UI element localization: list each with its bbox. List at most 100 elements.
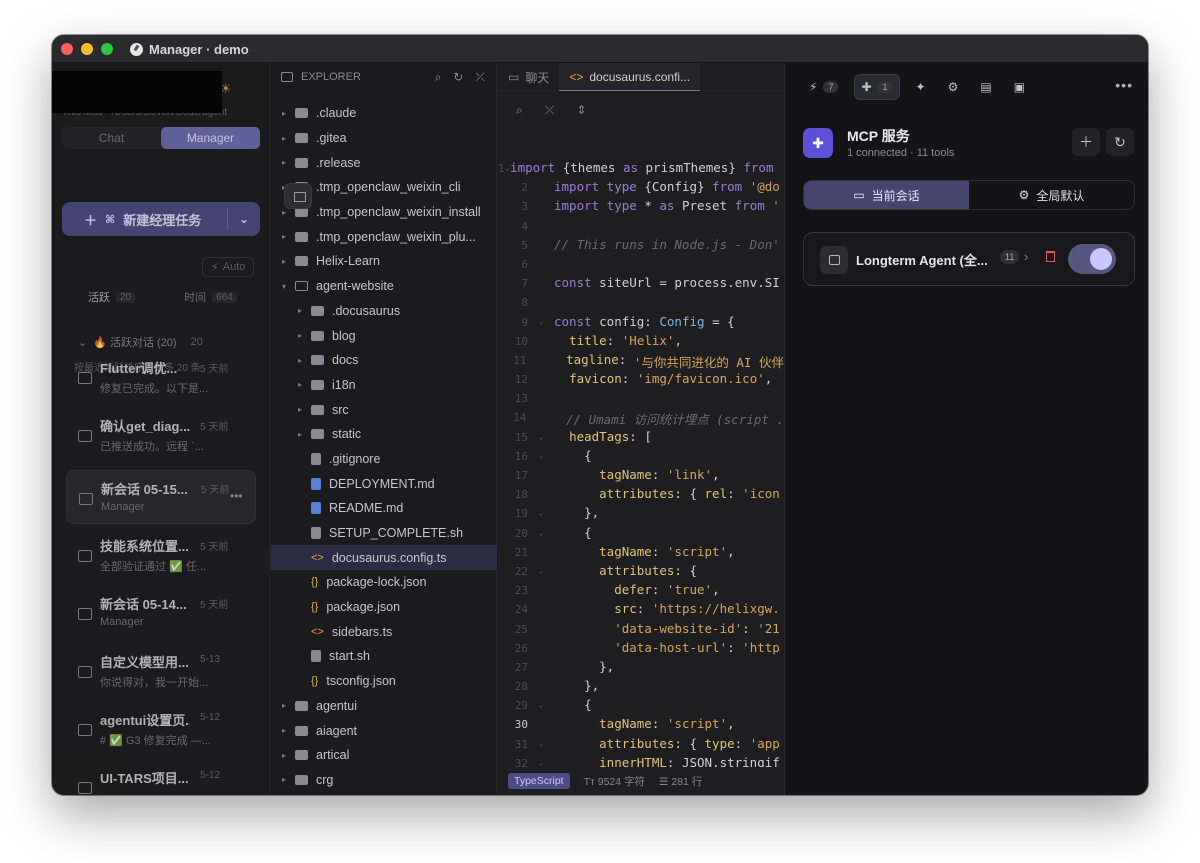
minimize-window-button[interactable] xyxy=(81,43,93,55)
tree-item[interactable]: .gitignore xyxy=(271,447,497,472)
tab-chat[interactable]: ▭ 聊天 xyxy=(498,63,559,91)
tree-item[interactable]: {} package-lock.json xyxy=(271,570,497,595)
close-window-button[interactable] xyxy=(61,43,73,55)
more-icon[interactable]: ••• xyxy=(1115,77,1133,93)
mode-chat[interactable]: Chat xyxy=(62,127,161,149)
add-server-button[interactable]: ＋ xyxy=(1072,128,1100,156)
fold-chevron-icon[interactable]: ⌄ xyxy=(528,429,554,448)
tree-item[interactable]: README.md xyxy=(271,496,497,521)
terminal-button[interactable]: ▣ xyxy=(1008,74,1031,100)
tree-item[interactable]: ▸ .claude xyxy=(271,101,497,126)
sparkle-button[interactable]: ✦ xyxy=(910,74,932,100)
code-token: : { xyxy=(674,486,705,502)
conversation-item[interactable]: 技能系统位置... 5 天前 全部验证通过 ✅ 任... xyxy=(66,528,256,582)
tree-item[interactable]: ▸ static xyxy=(271,422,497,447)
fold-chevron-icon[interactable]: ⌄ xyxy=(528,505,554,524)
conversation-title: Flutter调优... xyxy=(100,361,178,376)
refresh-icon[interactable]: ↻ xyxy=(453,70,463,85)
tree-item[interactable]: ▸ artical xyxy=(271,743,497,768)
tab-active[interactable]: 活跃 20 xyxy=(62,287,161,307)
chat-icon xyxy=(78,430,92,442)
tree-item[interactable]: ▸ .gitea xyxy=(271,126,497,151)
search-icon[interactable]: ⌕ xyxy=(516,103,523,118)
tree-item[interactable]: ▸ .docusaurus xyxy=(271,299,497,324)
group-header[interactable]: ⌄ 🔥 活跃对话 (20) 20 xyxy=(78,334,203,350)
conversation-snippet: Manager xyxy=(100,616,144,628)
search-icon[interactable]: ⌕ xyxy=(435,70,442,85)
chevron-icon: ▸ xyxy=(281,256,286,266)
collapse-all-icon[interactable]: ⤫ xyxy=(545,103,555,118)
refresh-button[interactable]: ↻ xyxy=(1106,128,1134,156)
tree-item[interactable]: <> sidebars.ts xyxy=(271,619,497,644)
code-token: 'true' xyxy=(666,582,713,598)
line-number: 23 xyxy=(514,584,528,598)
fold-chevron-icon[interactable]: ⌄ xyxy=(528,697,554,716)
expand-all-icon[interactable]: ⇕ xyxy=(576,103,586,118)
tree-item[interactable]: ▸ docs xyxy=(271,348,497,373)
conversation-item[interactable]: 确认get_diag... 5 天前 已推送成功。远程 `... xyxy=(66,408,256,462)
conversation-item[interactable]: Flutter调优... 5 天前 修复已完成。以下是... xyxy=(66,350,256,404)
language-badge[interactable]: TypeScript xyxy=(508,773,570,789)
code-token: 'Helix' xyxy=(621,332,675,348)
tree-item[interactable]: {} tsconfig.json xyxy=(271,669,497,694)
new-task-button[interactable]: ＋ ⌘ 新建经理任务 ⌄ xyxy=(62,202,260,236)
fold-chevron-icon[interactable]: ⌄ xyxy=(528,563,554,582)
tree-item[interactable]: <> docusaurus.config.ts xyxy=(271,545,497,571)
chevron-icon: ▸ xyxy=(281,108,286,118)
chevron-right-icon[interactable]: › xyxy=(1024,249,1028,264)
tree-item[interactable]: ▸ i18n xyxy=(271,373,497,398)
files-button[interactable]: ▤ xyxy=(974,74,997,100)
tab-file[interactable]: <> docusaurus.confi... xyxy=(559,63,701,91)
tab-time[interactable]: 时间 664 xyxy=(161,287,260,307)
tree-item[interactable]: ▸ crg xyxy=(271,768,497,793)
mode-manager[interactable]: Manager xyxy=(161,127,260,149)
conversation-item[interactable]: agentui设置页... 5-12 # ✅ G3 修复完成 —... xyxy=(66,702,256,756)
tree-item-label: tsconfig.json xyxy=(326,674,396,689)
auto-button[interactable]: ⚡ Auto xyxy=(202,257,255,277)
tree-item[interactable]: DEPLOYMENT.md xyxy=(271,471,497,496)
tree-item[interactable]: start.sh xyxy=(271,644,497,669)
tree-item[interactable]: ▸ blog xyxy=(271,323,497,348)
folder-icon: ▤ xyxy=(980,80,992,94)
chevron-down-icon[interactable]: ⌄ xyxy=(228,212,260,226)
tree-item[interactable]: SETUP_COMPLETE.sh xyxy=(271,521,497,546)
fold-chevron-icon[interactable]: ⌄ xyxy=(528,448,554,467)
fold-chevron-icon[interactable]: ⌄ xyxy=(528,314,554,333)
fold-chevron-icon[interactable]: ⌄ xyxy=(528,736,554,755)
conversation-item[interactable]: 新会话 05-15... 5 天前 Manager ••• xyxy=(66,470,256,524)
more-icon[interactable]: ••• xyxy=(230,489,243,503)
file-icon xyxy=(311,527,321,540)
conversation-date: 5 天前 xyxy=(200,600,229,611)
tree-item[interactable]: ▸ agentui xyxy=(271,694,497,719)
conversation-item[interactable]: 新会话 05-14... 5 天前 Manager xyxy=(66,586,256,640)
mcp-button[interactable]: ✚ 1 xyxy=(854,74,900,100)
tree-item[interactable]: ▸ aiagent xyxy=(271,718,497,743)
tree-item[interactable]: ▸ src xyxy=(271,397,497,422)
bolt-button[interactable]: ⚡ 7 xyxy=(803,74,844,100)
folder-icon xyxy=(311,355,324,366)
code-area[interactable]: 1 ⌄ import {themes as prismThemes} from '@… xyxy=(498,160,784,793)
tree-item[interactable]: ▸ .tmp_openclaw_weixin_plu... xyxy=(271,224,497,249)
zoom-window-button[interactable] xyxy=(101,43,113,55)
tree-item[interactable]: ▾ agent-website xyxy=(271,274,497,299)
tab-global-default[interactable]: ⚙ 全局默认 xyxy=(969,181,1134,209)
tree-item[interactable]: ▸ .release xyxy=(271,150,497,175)
conversation-item[interactable]: 自定义模型用... 5-13 你说得对，我一开始... xyxy=(66,644,256,698)
sidebar: This Mac · /Users/steven/Code/agent ☀ Ch… xyxy=(52,63,270,795)
mcp-server-card[interactable]: Longterm Agent (全... 11 › xyxy=(803,232,1135,286)
tool-count-badge: 11 xyxy=(1000,250,1020,264)
collapse-icon[interactable]: ⤫ xyxy=(475,70,485,85)
tree-item[interactable]: {} package.json xyxy=(271,595,497,620)
server-toggle[interactable] xyxy=(1068,244,1116,274)
tab-current-session[interactable]: ▭ 当前会话 xyxy=(804,181,969,209)
conversation-item[interactable]: UI-TARS项目... 5-12 xyxy=(66,760,256,795)
fold-chevron-icon[interactable]: ⌄ xyxy=(528,525,554,544)
tree-item[interactable]: ▸ Helix-Learn xyxy=(271,249,497,274)
trash-icon[interactable] xyxy=(1046,251,1055,262)
panel-toggle-icon[interactable] xyxy=(284,183,312,209)
chevron-icon: ▸ xyxy=(281,232,286,242)
settings-button[interactable]: ⚙ xyxy=(942,74,965,100)
chevron-icon: ▸ xyxy=(297,355,302,365)
